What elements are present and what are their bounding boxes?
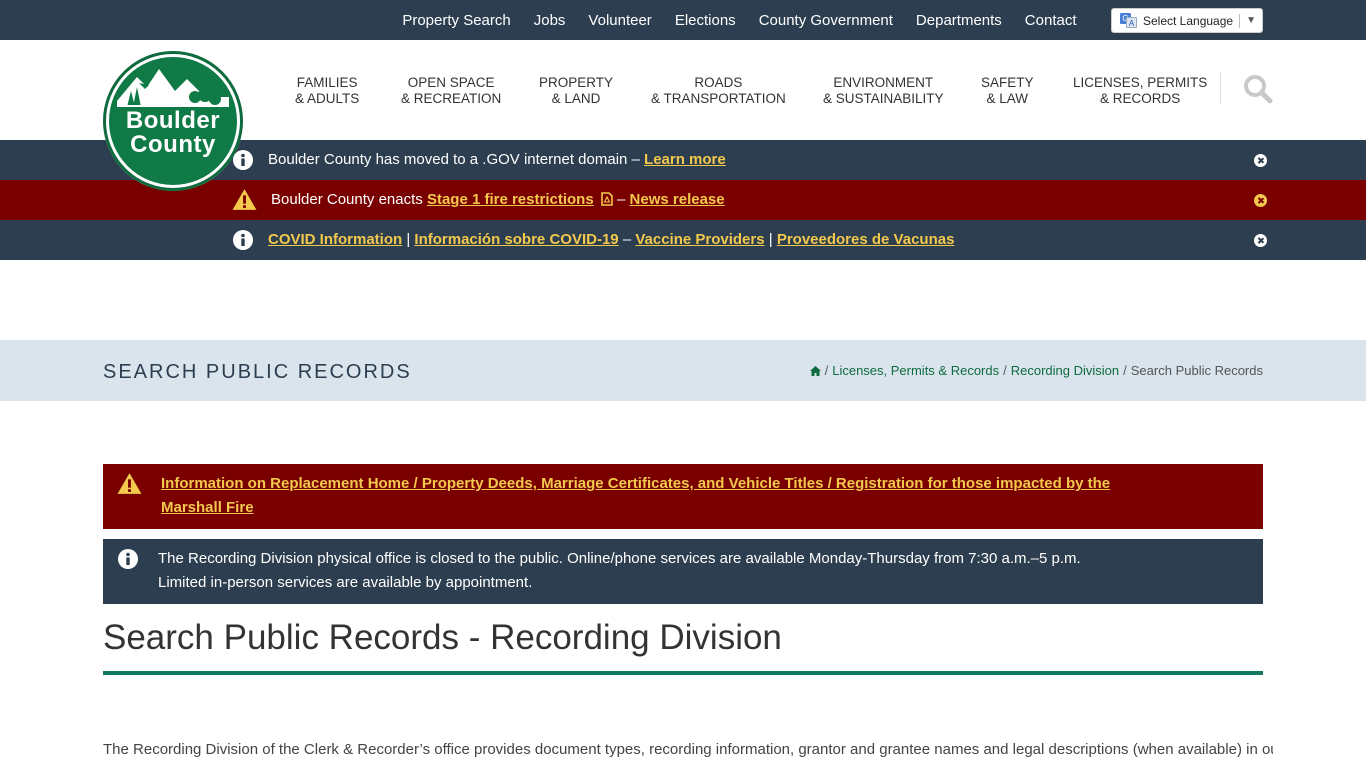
utility-link-departments[interactable]: Departments — [904, 12, 1013, 29]
link-separator: | — [768, 231, 773, 248]
nav-label-line2: & LAND — [551, 91, 601, 106]
nav-property-land[interactable]: PROPERTY & LAND — [539, 75, 613, 107]
language-select[interactable]: GA Select Language ▼ — [1111, 8, 1263, 33]
utility-link-jobs[interactable]: Jobs — [522, 12, 577, 29]
search-divider — [1220, 72, 1221, 104]
utility-link-contact[interactable]: Contact — [1013, 12, 1088, 29]
proveedores-de-vacunas-link[interactable]: Proveedores de Vacunas — [777, 231, 955, 248]
nav-label-line1: ENVIRONMENT — [833, 75, 934, 90]
nav-label-line2: & RECORDS — [1100, 91, 1181, 106]
title-underline — [103, 671, 1263, 675]
pdf-file-icon — [601, 192, 613, 206]
language-select-label: Select Language — [1143, 13, 1234, 28]
marshall-fire-notice: Information on Replacement Home / Proper… — [103, 464, 1263, 529]
breadcrumb: / Licenses, Permits & Records / Recordin… — [809, 363, 1263, 378]
breadcrumb-separator: / — [1123, 363, 1127, 378]
info-icon — [118, 549, 138, 569]
nav-label-line1: FAMILIES — [296, 75, 358, 90]
stage-1-fire-restrictions-link[interactable]: Stage 1 fire restrictions — [427, 191, 594, 208]
breadcrumb-separator: / — [824, 363, 829, 378]
vaccine-providers-link[interactable]: Vaccine Providers — [635, 231, 764, 248]
warning-icon — [117, 473, 142, 494]
alert-fire-prefix: Boulder County enacts — [271, 191, 423, 208]
nav-label-line1: ROADS — [694, 75, 743, 90]
alert-covid-message: COVID Information | Información sobre CO… — [268, 220, 954, 260]
covid-informacion-link[interactable]: Información sobre COVID-19 — [414, 231, 618, 248]
office-closed-notice: The Recording Division physical office i… — [103, 539, 1263, 604]
breadcrumb-separator: / — [1003, 363, 1007, 378]
breadcrumb-current: Search Public Records — [1130, 363, 1263, 378]
office-closed-text: The Recording Division physical office i… — [158, 550, 1081, 591]
alert-fire-restrictions: Boulder County enacts Stage 1 fire restr… — [0, 180, 1366, 220]
alert-gov-message: Boulder County has moved to a .GOV inter… — [268, 140, 726, 180]
intro-paragraph: The Recording Division of the Clerk & Re… — [103, 741, 1273, 758]
marshall-fire-notice-body: Information on Replacement Home / Proper… — [161, 472, 1111, 520]
nav-label-line1: SAFETY — [981, 75, 1034, 90]
close-icon[interactable] — [1254, 234, 1267, 247]
utility-nav: Property Search Jobs Volunteer Elections… — [391, 0, 1088, 40]
utility-link-county-government[interactable]: County Government — [747, 12, 904, 29]
marshall-fire-replacement-link[interactable]: Information on Replacement Home / Proper… — [161, 475, 1110, 516]
chevron-down-icon: ▼ — [1246, 15, 1256, 26]
covid-information-link[interactable]: COVID Information — [268, 231, 402, 248]
google-translate-icon: GA — [1120, 13, 1137, 28]
close-icon[interactable] — [1254, 154, 1267, 167]
nav-label-line2: & LAW — [986, 91, 1029, 106]
close-icon[interactable] — [1254, 194, 1267, 207]
search-button[interactable] — [1242, 74, 1274, 104]
page-title-band: SEARCH PUBLIC RECORDS / Licenses, Permit… — [0, 340, 1366, 401]
nav-label-line2: & ADULTS — [295, 91, 360, 106]
learn-more-link[interactable]: Learn more — [644, 151, 726, 168]
language-select-divider — [1239, 13, 1241, 28]
utility-link-volunteer[interactable]: Volunteer — [577, 12, 663, 29]
nav-open-space-recreation[interactable]: OPEN SPACE & RECREATION — [401, 75, 501, 107]
warning-icon — [232, 189, 257, 210]
boulder-county-logo[interactable]: Boulder County — [103, 51, 243, 191]
alert-fire-message: Boulder County enacts Stage 1 fire restr… — [271, 180, 725, 220]
nav-environment-sustainability[interactable]: ENVIRONMENT & SUSTAINABILITY — [823, 75, 944, 107]
nav-label-line2: & RECREATION — [401, 91, 502, 106]
nav-label-line1: LICENSES, PERMITS — [1073, 75, 1208, 90]
search-icon — [1244, 75, 1273, 104]
utility-link-property-search[interactable]: Property Search — [391, 12, 522, 29]
site-header: Boulder County FAMILIES & ADULTS OPEN SPA… — [0, 40, 1366, 191]
nav-label-line2: & SUSTAINABILITY — [823, 91, 944, 106]
nav-label-line1: PROPERTY — [539, 75, 614, 90]
breadcrumb-recording-division[interactable]: Recording Division — [1011, 363, 1119, 378]
nav-label-line1: OPEN SPACE — [407, 75, 495, 90]
top-utility-bar: Property Search Jobs Volunteer Elections… — [0, 0, 1366, 40]
logo-text-line2: County — [130, 131, 216, 158]
nav-roads-transportation[interactable]: ROADS & TRANSPORTATION — [651, 75, 786, 107]
alert-covid: COVID Information | Información sobre CO… — [0, 220, 1366, 260]
nav-licenses-permits-records[interactable]: LICENSES, PERMITS & RECORDS — [1073, 75, 1207, 107]
news-release-link[interactable]: News release — [630, 191, 725, 208]
logo-text-line1: Boulder — [125, 107, 221, 134]
link-dash: – — [622, 231, 632, 248]
nav-families-adults[interactable]: FAMILIES & ADULTS — [295, 75, 359, 107]
home-icon[interactable] — [809, 365, 821, 376]
breadcrumb-licenses-permits-records[interactable]: Licenses, Permits & Records — [832, 363, 999, 378]
utility-link-elections[interactable]: Elections — [663, 12, 747, 29]
page-title: Search Public Records - Recording Divisi… — [103, 618, 782, 657]
nav-label-line2: & TRANSPORTATION — [651, 91, 786, 106]
alert-fire-dash: – — [617, 191, 626, 208]
section-title: SEARCH PUBLIC RECORDS — [103, 361, 412, 383]
link-separator: | — [406, 231, 411, 248]
alert-gov-text: Boulder County has moved to a .GOV inter… — [268, 151, 640, 168]
nav-safety-law[interactable]: SAFETY & LAW — [981, 75, 1034, 107]
info-icon — [233, 230, 253, 250]
